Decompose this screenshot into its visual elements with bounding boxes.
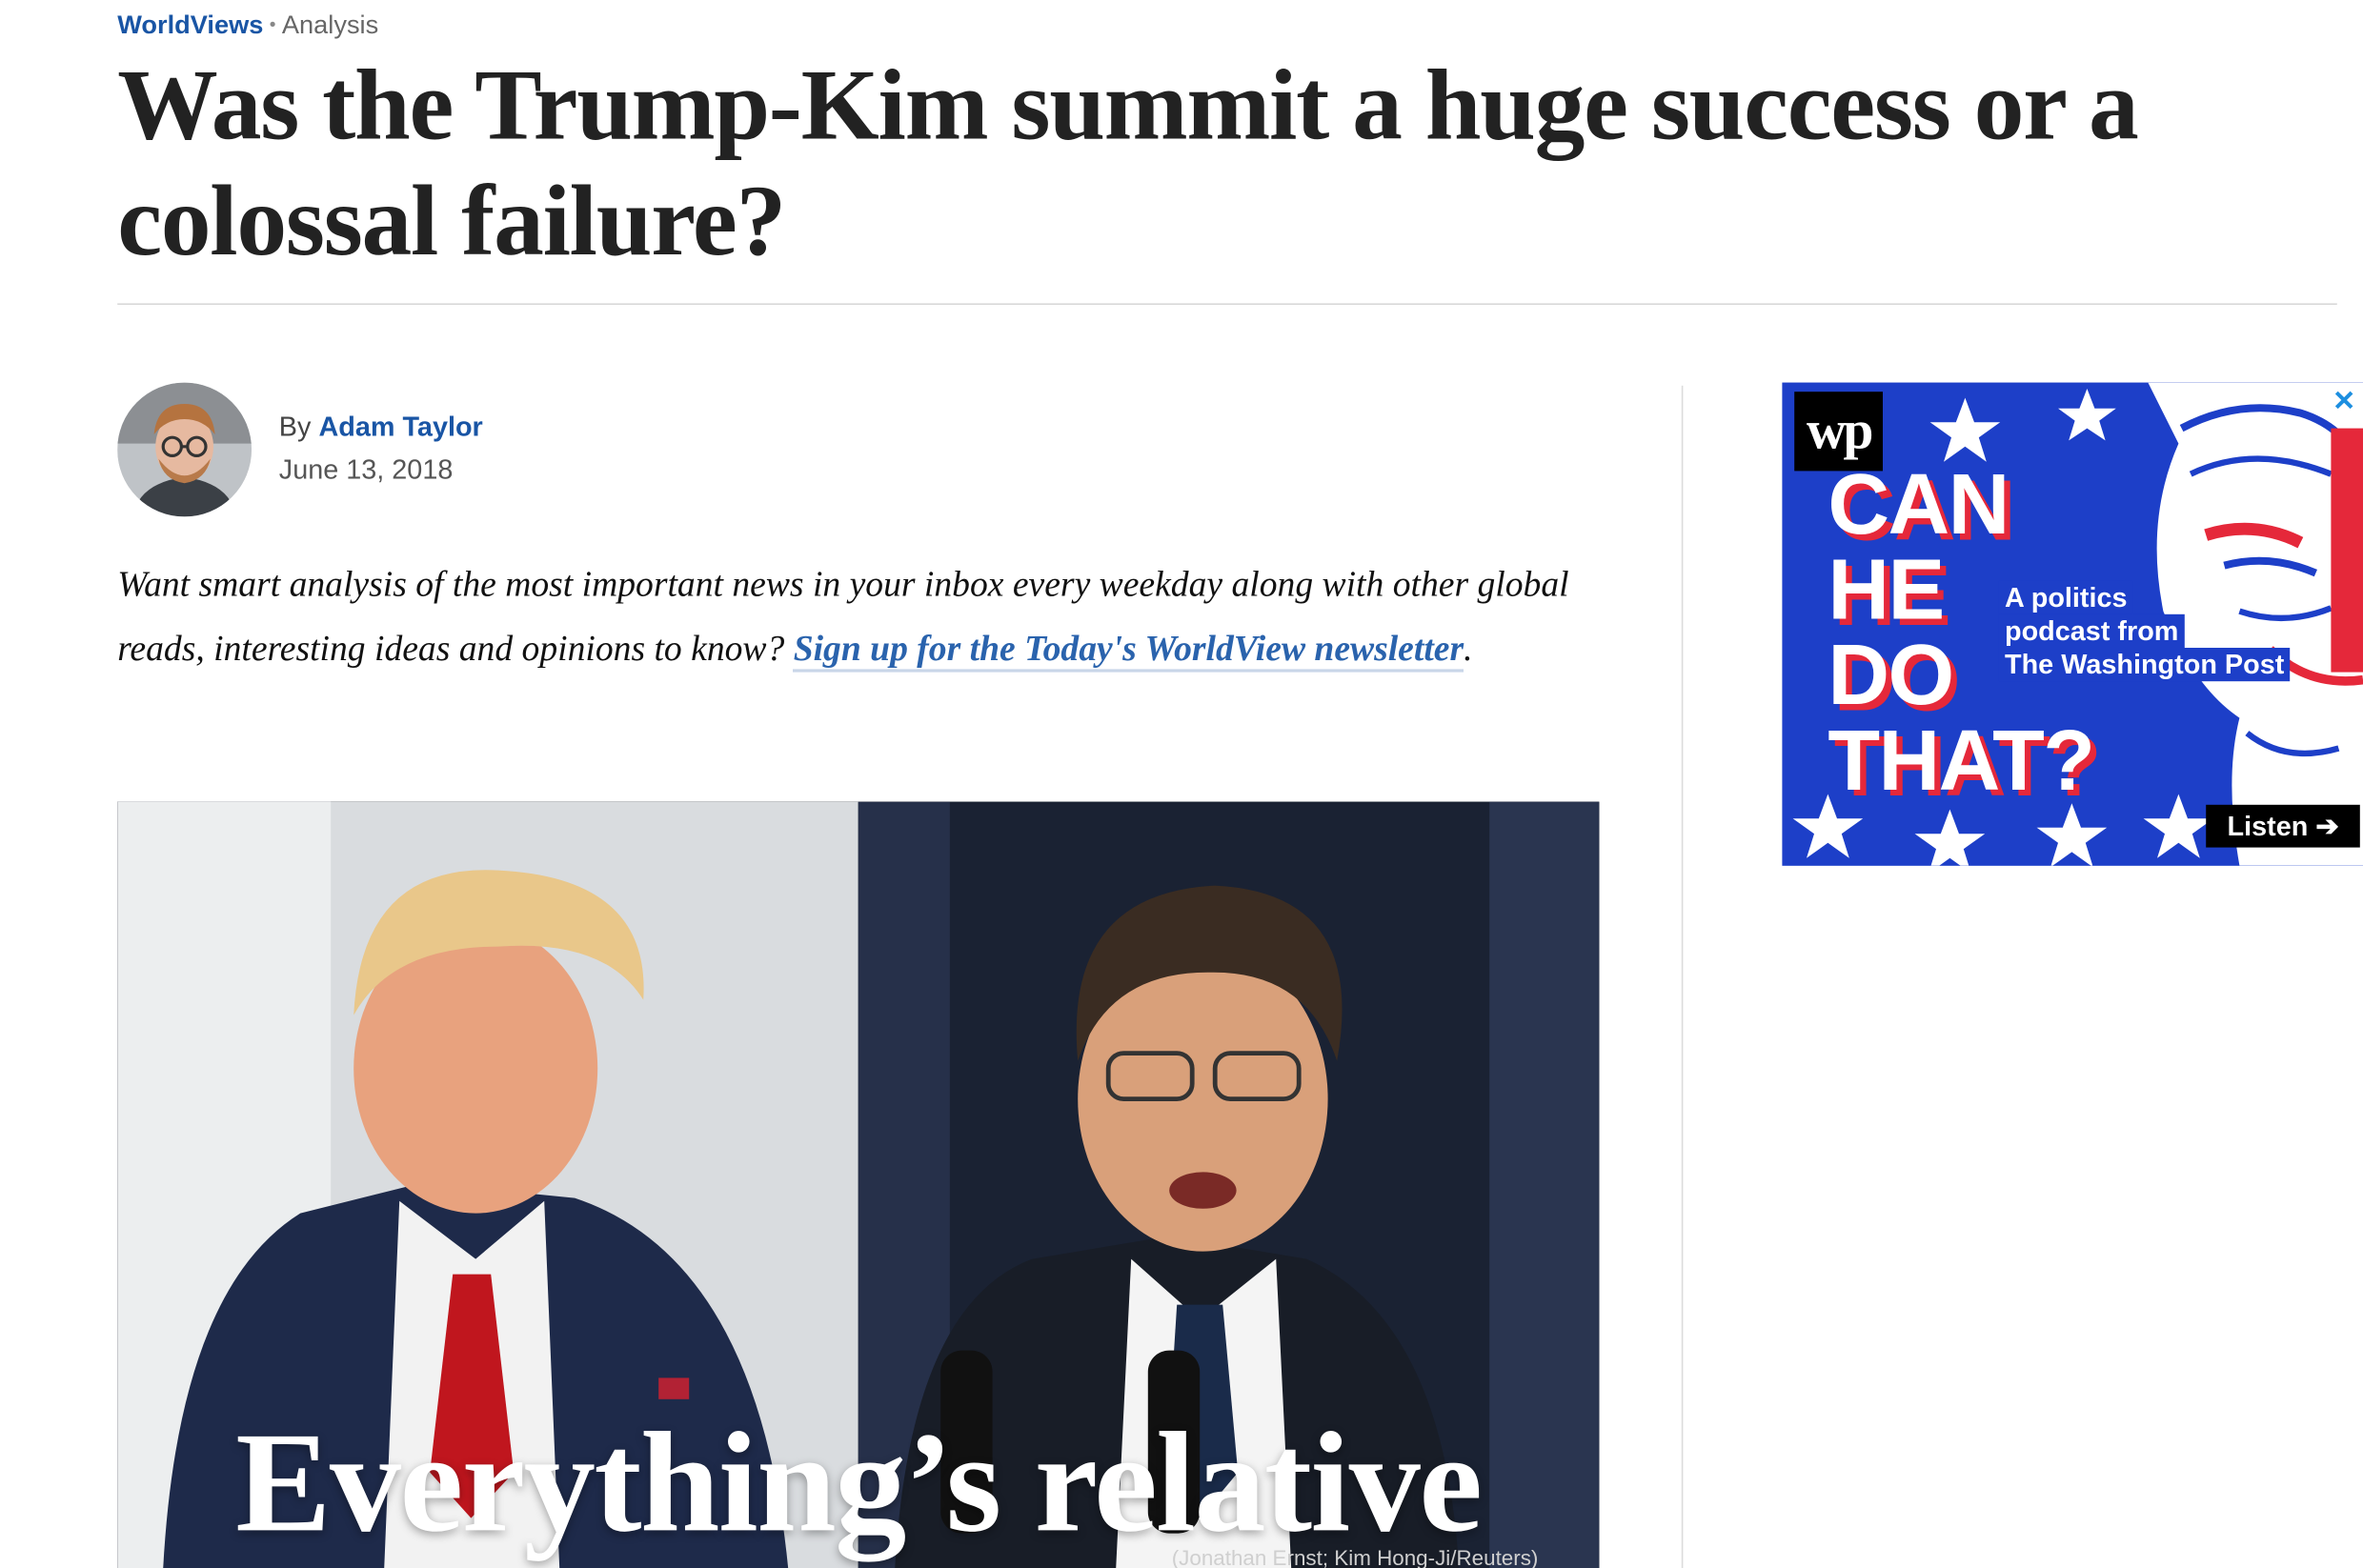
close-icon[interactable]: ✕ <box>2333 387 2355 414</box>
newsletter-promo: Want smart analysis of the most importan… <box>117 553 1626 681</box>
byline: By Adam Taylor <box>279 412 483 444</box>
ad-tagline: The Washington Post <box>1998 648 2291 682</box>
author-link[interactable]: Adam Taylor <box>318 412 482 442</box>
section-link[interactable]: WorldViews <box>117 10 263 39</box>
promo-end: . <box>1464 629 1473 670</box>
ad-title-line: HE <box>1828 541 1945 637</box>
kicker-separator: • <box>269 13 276 35</box>
hero-overlay-title: Everything’s relative <box>235 1403 1483 1562</box>
kicker: WorldViews • Analysis <box>117 10 378 41</box>
page-title: Was the Trump-Kim summit a huge success … <box>117 50 2139 278</box>
ad-tagline: podcast from <box>1998 613 2185 648</box>
listen-button[interactable]: Listen ➔ <box>2206 804 2360 848</box>
newsletter-signup-link[interactable]: Sign up for the Today's WorldView newsle… <box>793 629 1464 673</box>
ad-tagline: A politics <box>1998 580 2133 614</box>
column-divider <box>1681 385 1684 1568</box>
byline-prefix: By <box>278 412 312 442</box>
article-type-label: Analysis <box>281 10 379 40</box>
publish-date: June 13, 2018 <box>278 453 454 485</box>
hero-image[interactable]: Everything’s relative (Jonathan Ernst; K… <box>117 801 1600 1568</box>
ad-title-line: CAN <box>1828 455 2010 553</box>
headline-divider <box>117 303 2337 305</box>
article-page: WorldViews • Analysis Was the Trump-Kim su… <box>0 0 2363 1568</box>
podcast-ad[interactable]: wp CAN HE DO THAT? A politics podcast fr… <box>1782 382 2363 866</box>
photo-credit: (Jonathan Ernst; Kim Hong-Ji/Reuters) <box>1171 1545 1539 1568</box>
ad-title-line: DO <box>1828 626 1954 723</box>
ad-title-line: THAT? <box>1828 712 2095 808</box>
author-avatar[interactable] <box>117 382 252 517</box>
